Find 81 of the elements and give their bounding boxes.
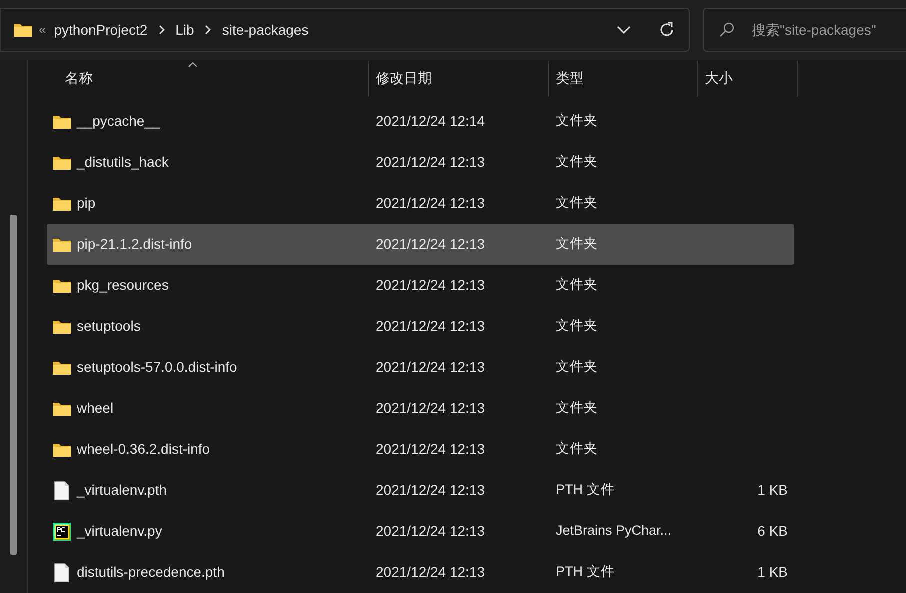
file-type: 文件夹: [555, 235, 599, 254]
modified-date: 2021/12/24 12:13: [375, 194, 486, 213]
file-type: PTH 文件: [555, 481, 616, 500]
overflow-chevron[interactable]: «: [39, 20, 46, 40]
folder-icon: [13, 22, 33, 38]
chevron-down-icon[interactable]: [617, 26, 631, 34]
file-type: 文件夹: [555, 153, 599, 172]
modified-date: 2021/12/24 12:13: [375, 440, 486, 459]
chevron-right-icon: [158, 25, 166, 35]
pycharm-icon: [53, 522, 71, 540]
file-icon: [54, 562, 70, 582]
modified-date: 2021/12/24 12:13: [375, 481, 486, 500]
breadcrumb[interactable]: Lib: [176, 20, 194, 40]
file-name: __pycache__: [77, 112, 160, 131]
modified-date: 2021/12/24 12:13: [375, 276, 486, 295]
search-field[interactable]: 搜索"site-packages": [703, 8, 906, 52]
modified-date: 2021/12/24 12:13: [375, 522, 486, 541]
breadcrumb[interactable]: site-packages: [222, 20, 309, 40]
file-name: setuptools: [77, 317, 141, 336]
file-type: 文件夹: [555, 399, 599, 418]
file-row[interactable]: distutils-precedence.pth 2021/12/24 12:13 PTH 文件 1 KB: [47, 552, 794, 593]
file-name: wheel-0.36.2.dist-info: [77, 440, 210, 459]
scrollbar-thumb[interactable]: [10, 215, 17, 555]
breadcrumb[interactable]: pythonProject2: [54, 20, 148, 40]
column-header[interactable]: 名称: [47, 60, 369, 96]
folder-icon: [52, 442, 72, 458]
folder-icon: [52, 236, 72, 252]
file-row[interactable]: setuptools 2021/12/24 12:13 文件夹: [47, 306, 794, 347]
file-type: JetBrains PyChar...: [555, 522, 673, 540]
column-header[interactable]: 修改日期: [369, 60, 549, 96]
file-name: wheel: [77, 399, 114, 418]
address-bar[interactable]: « pythonProject2 Lib site-packages: [0, 8, 690, 52]
modified-date: 2021/12/24 12:14: [375, 112, 486, 131]
file-size: 6 KB: [758, 522, 788, 541]
file-type: 文件夹: [555, 358, 599, 376]
file-row[interactable]: pip 2021/12/24 12:13 文件夹: [47, 183, 794, 224]
file-row[interactable]: _virtualenv.pth 2021/12/24 12:13 PTH 文件 1 KB: [47, 470, 794, 511]
column-header[interactable]: 类型: [549, 60, 698, 96]
file-name: _virtualenv.pth: [77, 481, 168, 500]
folder-icon: [52, 278, 72, 294]
search-icon: [719, 22, 735, 38]
file-type: 文件夹: [555, 194, 599, 212]
modified-date: 2021/12/24 12:13: [375, 153, 486, 172]
folder-icon: [52, 360, 72, 376]
file-type: 文件夹: [555, 440, 599, 458]
file-type: 文件夹: [555, 317, 599, 336]
file-type: PTH 文件: [555, 563, 616, 582]
refresh-icon[interactable]: [659, 22, 675, 38]
file-name: pkg_resources: [77, 276, 169, 295]
file-icon: [54, 480, 70, 500]
modified-date: 2021/12/24 12:13: [375, 358, 486, 377]
file-size: 1 KB: [758, 563, 788, 582]
folder-icon: [52, 196, 72, 212]
file-row[interactable]: _virtualenv.py 2021/12/24 12:13 JetBrains PyChar... 6 KB: [47, 511, 794, 552]
chevron-right-icon: [204, 25, 212, 35]
sort-caret-icon: [188, 62, 198, 68]
file-row[interactable]: wheel 2021/12/24 12:13 文件夹: [47, 388, 794, 429]
file-name: setuptools-57.0.0.dist-info: [77, 358, 238, 377]
file-size: 1 KB: [758, 481, 788, 500]
modified-date: 2021/12/24 12:13: [375, 317, 486, 336]
file-row[interactable]: pkg_resources 2021/12/24 12:13 文件夹: [47, 265, 794, 306]
folder-icon: [52, 400, 72, 416]
folder-icon: [52, 114, 72, 130]
modified-date: 2021/12/24 12:13: [375, 563, 486, 582]
file-row[interactable]: _distutils_hack 2021/12/24 12:13 文件夹: [47, 142, 794, 183]
file-row[interactable]: pip-21.1.2.dist-info 2021/12/24 12:13 文件夹: [47, 224, 794, 265]
file-name: pip: [77, 194, 96, 213]
file-row[interactable]: __pycache__ 2021/12/24 12:14 文件夹: [47, 101, 794, 142]
folder-icon: [52, 154, 72, 170]
column-header[interactable]: 大小: [698, 60, 798, 96]
file-row[interactable]: wheel-0.36.2.dist-info 2021/12/24 12:13 文件夹: [47, 429, 794, 470]
file-name: distutils-precedence.pth: [77, 563, 225, 582]
modified-date: 2021/12/24 12:13: [375, 399, 486, 418]
folder-icon: [52, 318, 72, 334]
file-row[interactable]: setuptools-57.0.0.dist-info 2021/12/24 12:13 文件夹: [47, 347, 794, 388]
file-type: 文件夹: [555, 276, 599, 294]
file-name: pip-21.1.2.dist-info: [77, 235, 192, 254]
modified-date: 2021/12/24 12:13: [375, 235, 486, 254]
file-type: 文件夹: [555, 112, 599, 130]
file-name: _distutils_hack: [77, 153, 169, 172]
file-name: _virtualenv.py: [77, 522, 162, 541]
